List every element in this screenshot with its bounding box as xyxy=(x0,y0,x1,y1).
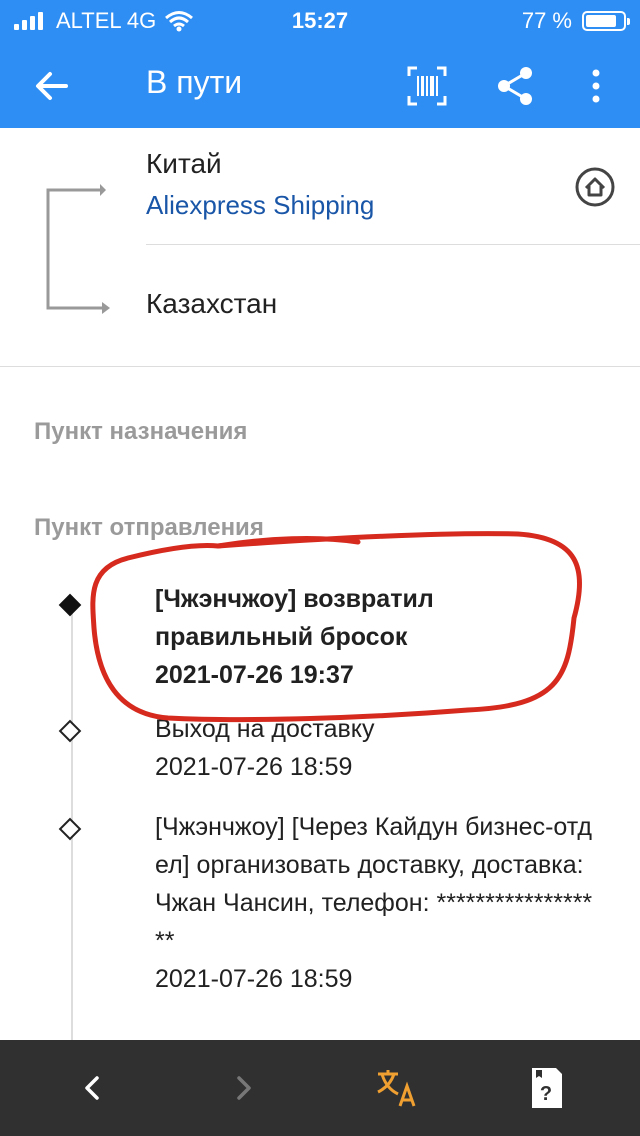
event-time: 2021-07-26 18:59 xyxy=(155,965,353,993)
home-icon[interactable] xyxy=(574,166,616,208)
help-icon[interactable]: ? xyxy=(522,1064,570,1112)
back-arrow-icon[interactable] xyxy=(30,64,74,108)
share-icon[interactable] xyxy=(494,64,538,108)
nav-back-icon[interactable] xyxy=(68,1064,116,1112)
section-destination-point: Пункт назначения xyxy=(34,418,248,445)
svg-text:?: ? xyxy=(540,1083,552,1105)
app-header: ALTEL 4G 15:27 77 % В пути xyxy=(0,0,640,128)
route-bracket-icon xyxy=(46,184,110,314)
nav-forward-icon[interactable] xyxy=(220,1064,268,1112)
bottom-nav-bar: ? xyxy=(0,1040,640,1136)
translate-icon[interactable] xyxy=(372,1064,420,1112)
route-card: Китай Aliexpress Shipping Казахстан xyxy=(0,128,640,367)
barcode-icon[interactable] xyxy=(405,64,449,108)
event-time: 2021-07-26 18:59 xyxy=(155,753,353,781)
destination-country: Казахстан xyxy=(146,288,278,319)
origin-country: Китай xyxy=(146,148,222,179)
battery-icon xyxy=(582,11,630,31)
more-vert-icon[interactable] xyxy=(574,64,618,108)
status-bar: ALTEL 4G 15:27 77 % xyxy=(0,0,640,40)
event-marker-icon xyxy=(58,719,82,743)
battery-percent: 77 % xyxy=(521,8,572,33)
event-text: [Чжэнчжоу] [Через Кайдун бизнес-отдел] о… xyxy=(155,813,593,955)
red-annotation-circle xyxy=(90,531,583,723)
toolbar: В пути xyxy=(0,44,640,124)
event-marker-icon xyxy=(58,817,82,841)
event-marker-icon xyxy=(58,593,82,617)
carrier-link[interactable]: Aliexpress Shipping xyxy=(146,190,374,221)
page-title: В пути xyxy=(146,64,243,100)
route-divider xyxy=(146,244,640,245)
